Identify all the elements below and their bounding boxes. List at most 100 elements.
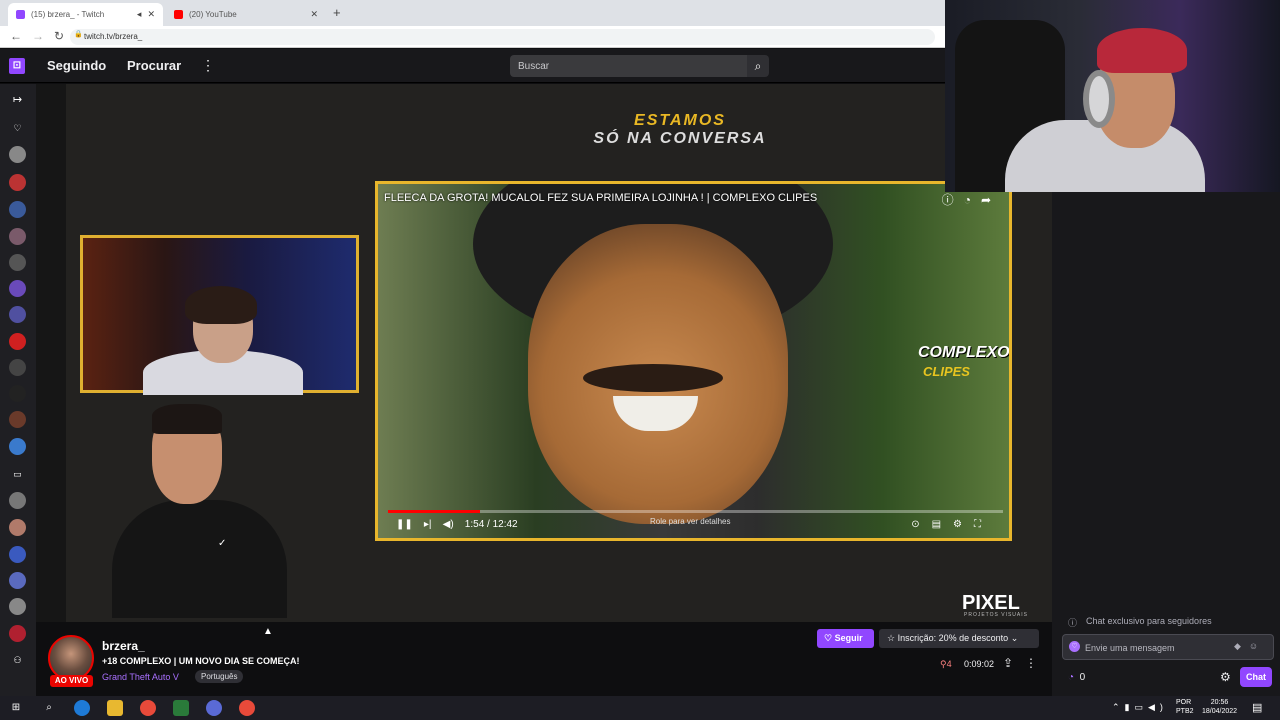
url-field[interactable]: twitch.tv/brzera_ [70,29,935,45]
sidebar-channel-avatar[interactable] [9,201,26,218]
search-icon[interactable]: ⌕ [747,55,769,77]
clock-icon: ◔ [963,193,981,207]
screen: (15) brzera_ - Twitch ◂ ✕ (20) YouTube ✕… [0,0,1280,720]
collapse-sidebar-icon[interactable]: ↦ [9,92,26,109]
tab-youtube[interactable]: (20) YouTube ✕ [166,3,326,26]
more-options-icon[interactable]: ⋮ [1025,656,1037,670]
nav-following[interactable]: Seguindo [47,58,106,73]
sidebar-channel-avatar[interactable] [9,280,26,297]
emote-icon[interactable]: ☺ [1249,641,1266,651]
tab-twitch[interactable]: (15) brzera_ - Twitch ◂ ✕ [8,3,163,26]
chat-input-icons: ◆☺ [1234,641,1266,652]
followed-channels-sidebar: ↦ ♡ ▭ ⚇ [0,84,36,696]
video-time: 1:54 / 12:42 [464,519,518,530]
nav-browse[interactable]: Procurar [127,58,181,73]
stream-tag[interactable]: Português [195,670,244,683]
follow-button[interactable]: ♡ Seguir [817,629,874,648]
search-icon[interactable]: ⌕ [41,700,57,716]
viewer-count: ⚲4 [940,659,952,669]
more-icon[interactable]: ⋮ [201,57,215,74]
captions-icon: ▤ [931,519,954,530]
sidebar-channel-avatar[interactable] [9,411,26,428]
sidebar-channel-avatar[interactable] [9,306,26,323]
tab-label: (15) brzera_ - Twitch [31,10,105,19]
stream-left-strip [36,84,66,622]
sidebar-channel-avatar[interactable] [9,572,26,589]
edge-icon[interactable] [74,700,90,716]
sidebar-channel-avatar[interactable] [9,492,26,509]
cartoon-avatar-body [112,500,287,618]
close-tab-icon[interactable]: ✕ [310,9,318,20]
search-input[interactable]: Buscar [510,55,747,77]
star-icon: ☆ [887,633,896,643]
streamer-facecam [945,0,1280,192]
close-tab-icon[interactable]: ✕ [147,9,155,20]
twitch-favicon-icon [16,10,25,19]
sidebar-channel-avatar[interactable] [9,546,26,563]
headphones-icon [1083,70,1115,128]
followers-only-notice: Chat exclusivo para seguidores [1086,616,1212,626]
youtube-favicon-icon [174,10,183,19]
friends-icon[interactable]: ⚇ [9,652,26,669]
browser-tab-bar: (15) brzera_ - Twitch ◂ ✕ (20) YouTube ✕… [0,0,945,26]
sidebar-channel-avatar[interactable] [9,359,26,376]
network-icon[interactable]: ▭ [1135,702,1149,712]
pause-icon: ❚❚ [396,519,413,530]
stream-game[interactable]: Grand Theft Auto V [102,672,179,682]
share-arrow-icon: ➦ [980,193,1001,207]
points-icon: ◔ [1068,672,1075,683]
sidebar-channel-avatar[interactable] [9,228,26,245]
discord-icon[interactable] [206,700,222,716]
file-explorer-icon[interactable] [107,700,123,716]
sidebar-channel-avatar[interactable] [9,519,26,536]
windows-taskbar: ⊞ ⌕ ⌃▮▭◀) POR PTB2 20:56 18/04/2022 ▤ [0,696,1280,720]
chat-badge-icon: ♡ [1069,641,1080,652]
chrome-icon[interactable] [140,700,156,716]
chat-settings-icon[interactable]: ⚙ [1220,670,1231,684]
video-top-icons: ⓘ◔➦ [942,191,1001,208]
chrome-active-icon[interactable] [239,700,255,716]
stream-uptime: 0:09:02 [964,659,995,669]
fullscreen-icon: ⛶ [974,519,993,530]
video-watermark-sub: CLIPES [923,364,970,379]
mic-icon[interactable]: ▮ [1125,702,1135,712]
sidebar-channel-avatar[interactable] [9,254,26,271]
volume-icon: ◀) [442,519,454,530]
language-indicator[interactable]: POR PTB2 [1176,698,1194,716]
sidebar-channel-avatar[interactable] [9,146,26,163]
sidebar-channel-avatar[interactable] [9,385,26,402]
sidebar-channel-avatar[interactable] [9,625,26,642]
overlay-line-2: SÓ NA CONVERSA [593,130,767,147]
video-camera-icon[interactable]: ▭ [9,466,26,483]
embedded-youtube-video: FLEECA DA GROTA! MUCALOL FEZ SUA PRIMEIR… [375,181,1012,541]
chat-send-button[interactable]: Chat [1240,667,1272,687]
tab-label: (20) YouTube [189,10,237,19]
person-icon: ⚲ [940,659,947,669]
twitch-logo-icon[interactable]: ⊡ [9,58,25,74]
sidebar-channel-avatar[interactable] [9,174,26,191]
windows-start-icon[interactable]: ⊞ [8,700,24,716]
subscribe-button[interactable]: ☆ Inscrição: 20% de desconto ⌄ [879,629,1039,648]
chevron-up-icon[interactable]: ⌃ [1112,702,1125,712]
share-icon[interactable]: ⇪ [1003,656,1013,670]
back-icon[interactable]: ← [10,29,22,43]
new-tab-button[interactable]: + [333,5,341,20]
sidebar-channel-avatar[interactable] [9,598,26,615]
heart-icon: ♡ [13,123,22,133]
bits-icon[interactable]: ◆ [1234,641,1249,651]
volume-icon[interactable]: ◀) [1148,702,1168,712]
channel-points[interactable]: ◔ 0 [1068,672,1085,683]
channel-name[interactable]: brzera_ [102,639,145,653]
reload-icon[interactable]: ↻ [54,29,64,43]
address-bar: ← → ↻ twitch.tv/brzera_ [0,26,945,48]
sidebar-channel-avatar[interactable] [9,438,26,455]
forward-icon[interactable]: → [32,29,44,43]
video-controls: ❚❚ ▸| ◀) 1:54 / 12:42 [396,519,518,530]
video-scroll-hint: Role para ver detalhes [650,517,731,526]
settings-icon: ⚙ [953,519,974,530]
notification-icon[interactable]: ▤ [1252,701,1262,714]
sidebar-channel-avatar[interactable] [9,333,26,350]
excel-icon[interactable] [173,700,189,716]
system-clock[interactable]: 20:56 18/04/2022 [1202,698,1237,716]
lock-icon: 🔒 [74,31,83,38]
